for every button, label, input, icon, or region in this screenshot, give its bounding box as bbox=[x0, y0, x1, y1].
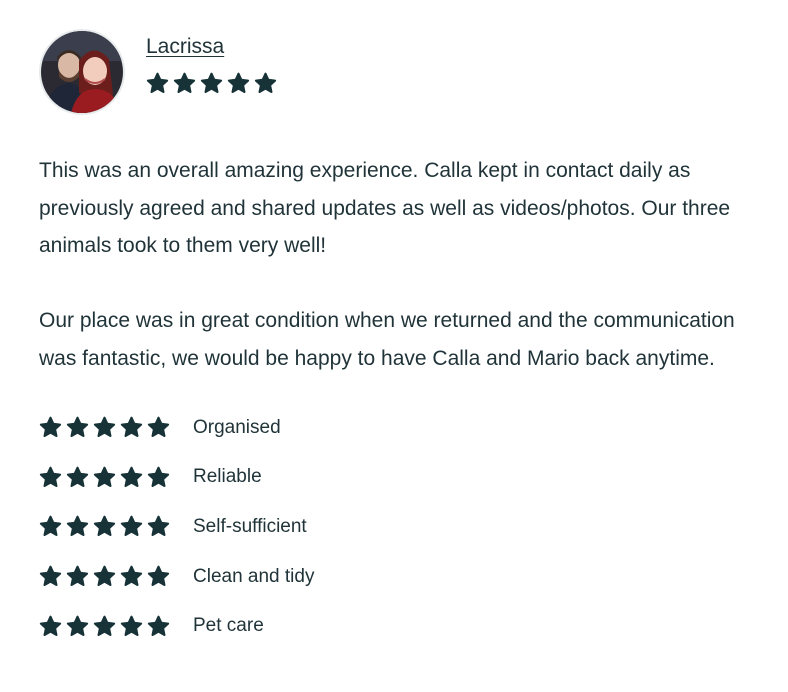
star-icon bbox=[147, 515, 170, 538]
rating-label: Clean and tidy bbox=[193, 565, 315, 587]
rating-row-self-sufficient: Self-sufficient bbox=[39, 502, 769, 552]
category-ratings: Organised Reliable Self-sufficient Clean… bbox=[39, 403, 769, 651]
rating-label: Reliable bbox=[193, 466, 262, 488]
star-icon bbox=[66, 565, 89, 588]
star-icon bbox=[66, 615, 89, 638]
reviewer-info: Lacrissa bbox=[146, 29, 277, 95]
rating-label: Organised bbox=[193, 416, 281, 438]
star-icon bbox=[39, 565, 62, 588]
star-icon bbox=[200, 72, 223, 95]
star-icon bbox=[93, 565, 116, 588]
star-icon bbox=[93, 515, 116, 538]
star-icon bbox=[173, 72, 196, 95]
star-icon bbox=[120, 565, 143, 588]
star-icon bbox=[93, 466, 116, 489]
star-icon bbox=[39, 466, 62, 489]
reviewer-name-link[interactable]: Lacrissa bbox=[146, 34, 224, 60]
star-icon bbox=[39, 515, 62, 538]
star-icon bbox=[147, 565, 170, 588]
review-body: This was an overall amazing experience. … bbox=[39, 152, 769, 377]
star-icon bbox=[39, 615, 62, 638]
rating-stars bbox=[39, 416, 170, 439]
star-icon bbox=[120, 466, 143, 489]
star-icon bbox=[120, 416, 143, 439]
overall-rating-stars bbox=[146, 72, 277, 95]
avatar[interactable] bbox=[39, 29, 125, 115]
star-icon bbox=[147, 416, 170, 439]
review-card: Lacrissa This was an overall amazing exp… bbox=[39, 29, 769, 651]
rating-row-pet-care: Pet care bbox=[39, 601, 769, 651]
rating-stars bbox=[39, 466, 170, 489]
star-icon bbox=[120, 515, 143, 538]
review-paragraph: Our place was in great condition when we… bbox=[39, 309, 735, 370]
star-icon bbox=[93, 615, 116, 638]
star-icon bbox=[120, 615, 143, 638]
rating-stars bbox=[39, 515, 170, 538]
star-icon bbox=[66, 416, 89, 439]
avatar-photo bbox=[41, 31, 123, 113]
star-icon bbox=[147, 615, 170, 638]
rating-row-organised: Organised bbox=[39, 403, 769, 453]
rating-label: Pet care bbox=[193, 615, 264, 637]
star-icon bbox=[66, 466, 89, 489]
rating-stars bbox=[39, 565, 170, 588]
rating-row-clean-and-tidy: Clean and tidy bbox=[39, 552, 769, 602]
star-icon bbox=[39, 416, 62, 439]
star-icon bbox=[227, 72, 250, 95]
star-icon bbox=[66, 515, 89, 538]
star-icon bbox=[146, 72, 169, 95]
rating-row-reliable: Reliable bbox=[39, 453, 769, 503]
star-icon bbox=[93, 416, 116, 439]
review-header: Lacrissa bbox=[39, 29, 769, 115]
rating-stars bbox=[39, 615, 170, 638]
star-icon bbox=[147, 466, 170, 489]
rating-label: Self-sufficient bbox=[193, 515, 307, 537]
star-icon bbox=[254, 72, 277, 95]
review-paragraph: This was an overall amazing experience. … bbox=[39, 159, 731, 257]
